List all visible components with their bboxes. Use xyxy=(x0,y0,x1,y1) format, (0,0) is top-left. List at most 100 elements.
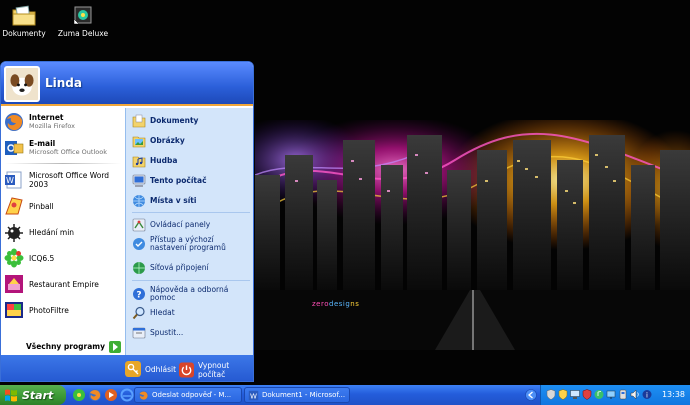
all-programs-button[interactable]: Všechny programy xyxy=(1,338,125,355)
setting-sitova-pripojeni[interactable]: Síťová připojení xyxy=(132,261,253,275)
recent-restaurant-empire[interactable]: Restaurant Empire xyxy=(4,272,124,296)
tray-security-icon[interactable] xyxy=(582,389,592,400)
recent-pinball[interactable]: Pinball xyxy=(4,194,124,218)
green-arrow-icon xyxy=(109,340,121,353)
place-dokumenty[interactable]: Dokumenty xyxy=(132,114,253,128)
tray-music-icon[interactable] xyxy=(594,389,604,400)
photofiltre-icon xyxy=(5,302,23,318)
pinned-title: E-mail xyxy=(29,139,56,148)
recent-photofiltre[interactable]: PhotoFiltre xyxy=(4,298,124,322)
taskbar: Start Odeslat odpověď - M... W Dokument1… xyxy=(0,385,690,405)
setting-label: Ovládací panely xyxy=(150,220,211,229)
documents-icon xyxy=(132,114,146,128)
place-mista-v-siti[interactable]: Místa v síti xyxy=(132,194,253,208)
svg-text:i: i xyxy=(646,392,648,400)
desktop-icon-label: Zuma Deluxe xyxy=(57,29,109,38)
start-label: Start xyxy=(22,388,54,402)
start-menu: Linda Internet Mozilla Firefox E-mail Mi… xyxy=(0,61,254,382)
pinned-title: Internet xyxy=(29,113,64,122)
place-label: Tento počítač xyxy=(150,176,207,185)
tray-monitor-icon[interactable] xyxy=(570,389,580,400)
svg-text:W: W xyxy=(6,176,14,185)
setting-label: Přístup a výchozí nastavení programů xyxy=(150,235,226,252)
svg-text:W: W xyxy=(250,391,257,400)
pictures-icon xyxy=(132,136,146,148)
logoff-button[interactable]: Odhlásit xyxy=(125,361,176,377)
power-icon xyxy=(179,362,194,378)
recent-minesweeper[interactable]: Hledání min xyxy=(4,220,124,244)
tray-info-icon[interactable]: i xyxy=(642,389,652,400)
search-icon xyxy=(132,306,145,320)
tray-usb-icon[interactable] xyxy=(618,389,628,400)
default-programs-icon xyxy=(133,238,145,250)
network-icon xyxy=(133,195,145,207)
taskbar-button-word[interactable]: W Dokument1 - Microsof... xyxy=(244,387,350,403)
start-menu-footer: Odhlásit Vypnout počítač xyxy=(1,355,253,381)
task-label: Odeslat odpověď - M... xyxy=(152,391,232,399)
quicklaunch-firefox-icon[interactable] xyxy=(88,388,102,402)
tray-volume-icon[interactable] xyxy=(630,389,640,400)
tray-network-icon[interactable] xyxy=(606,389,616,400)
run-icon xyxy=(132,327,146,339)
setting-ovladaci-panely[interactable]: Ovládací panely xyxy=(132,218,253,232)
pinned-subtitle: Microsoft Office Outlook xyxy=(29,148,107,156)
zuma-icon xyxy=(73,6,92,25)
logoff-label: Odhlásit xyxy=(145,364,177,374)
tray-shield-icon[interactable] xyxy=(546,389,556,400)
start-menu-places: Dokumenty Obrázky Hudba Tento počítač Mí… xyxy=(125,108,253,355)
firefox-icon xyxy=(5,113,23,131)
windows-logo-icon xyxy=(5,389,17,402)
chevron-left-icon[interactable] xyxy=(525,389,537,401)
place-tento-pocitac[interactable]: Tento počítač xyxy=(132,174,253,188)
task-label: Dokument1 - Microsof... xyxy=(262,391,346,399)
wallpaper-credit: zerodesigns xyxy=(312,300,360,308)
separator xyxy=(5,163,121,164)
setting-pristup-vychozi[interactable]: Přístup a výchozí nastavení programů xyxy=(132,235,253,252)
avatar[interactable] xyxy=(4,66,40,102)
word-icon: W xyxy=(248,390,259,400)
tool-napoveda[interactable]: ? Nápověda a odborná pomoc xyxy=(132,286,253,302)
folder-icon xyxy=(12,5,36,26)
recent-title: ICQ6.5 xyxy=(29,253,55,263)
quicklaunch-ie-icon[interactable] xyxy=(120,388,134,402)
tool-spustit[interactable]: Spustit... xyxy=(132,326,253,340)
help-icon: ? xyxy=(133,288,145,301)
place-hudba[interactable]: Hudba xyxy=(132,154,253,168)
taskbar-button-firefox[interactable]: Odeslat odpověď - M... xyxy=(134,387,242,403)
shutdown-button[interactable]: Vypnout počítač xyxy=(179,361,253,379)
start-menu-header: Linda xyxy=(1,62,253,106)
quicklaunch-media-icon[interactable] xyxy=(104,388,118,402)
pinned-email[interactable]: E-mail Microsoft Office Outlook xyxy=(4,136,124,160)
control-panel-icon xyxy=(132,218,146,232)
quicklaunch-icq-icon[interactable] xyxy=(72,388,86,402)
clock[interactable]: 13:38 xyxy=(662,390,685,399)
separator xyxy=(132,280,250,281)
tool-label: Hledat xyxy=(150,308,175,317)
user-name: Linda xyxy=(45,76,82,90)
desktop-icon-label: Dokumenty xyxy=(2,29,46,38)
system-tray: i 13:38 xyxy=(540,385,690,405)
computer-icon xyxy=(132,174,146,187)
desktop-icon-zuma-deluxe[interactable]: Zuma Deluxe xyxy=(54,5,112,38)
start-menu-programs: Internet Mozilla Firefox E-mail Microsof… xyxy=(1,108,125,381)
recent-word[interactable]: W Microsoft Office Word 2003 xyxy=(4,168,124,192)
tool-label: Spustit... xyxy=(150,328,184,337)
place-obrazky[interactable]: Obrázky xyxy=(132,134,253,148)
recent-icq[interactable]: ICQ6.5 xyxy=(4,246,124,270)
tool-hledat[interactable]: Hledat xyxy=(132,306,253,320)
firefox-icon xyxy=(138,390,149,400)
word-icon: W xyxy=(5,171,22,189)
tray-antivirus-icon[interactable] xyxy=(558,389,568,400)
pinball-icon xyxy=(5,197,23,215)
desktop-icon-dokumenty[interactable]: Dokumenty xyxy=(0,5,53,38)
recent-title: Microsoft Office Word 2003 xyxy=(29,171,110,189)
pinned-internet[interactable]: Internet Mozilla Firefox xyxy=(4,110,124,134)
place-label: Hudba xyxy=(150,156,178,165)
start-button[interactable]: Start xyxy=(0,385,66,405)
pinned-subtitle: Mozilla Firefox xyxy=(29,122,75,130)
separator xyxy=(132,212,250,213)
minesweeper-icon xyxy=(5,224,23,242)
shutdown-label: Vypnout počítač xyxy=(198,361,230,379)
music-icon xyxy=(132,156,146,168)
recent-title: Hledání min xyxy=(29,227,75,237)
